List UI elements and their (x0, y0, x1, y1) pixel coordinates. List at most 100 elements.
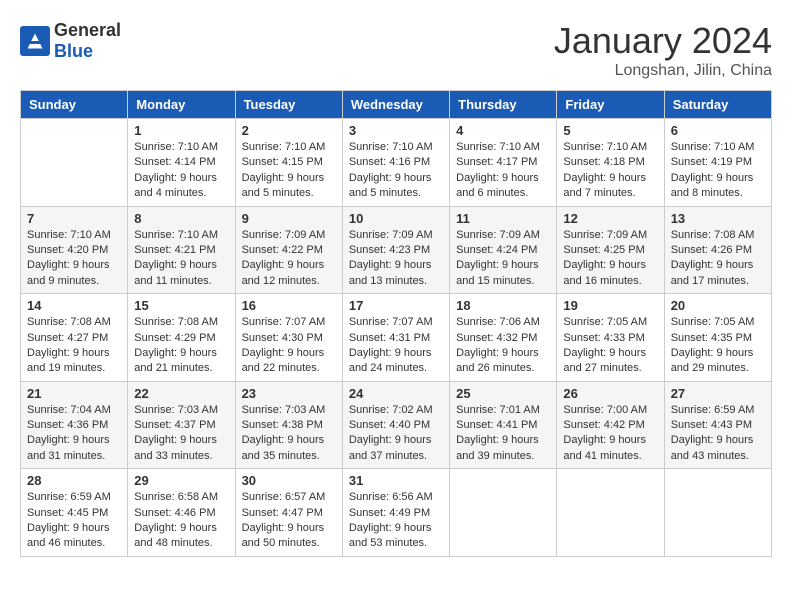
day-info: Sunrise: 7:09 AMSunset: 4:22 PMDaylight:… (242, 228, 336, 290)
calendar-cell: 8 Sunrise: 7:10 AMSunset: 4:21 PMDaylight… (128, 206, 235, 294)
calendar-cell: 7 Sunrise: 7:10 AMSunset: 4:20 PMDaylight… (21, 206, 128, 294)
day-number: 9 (242, 211, 336, 226)
day-number: 24 (349, 386, 443, 401)
calendar-week-1: 1 Sunrise: 7:10 AMSunset: 4:14 PMDaylight… (21, 119, 772, 207)
calendar-cell: 18Sunrise: 7:06 AMSunset: 4:32 PMDayligh… (450, 294, 557, 382)
day-number: 18 (456, 298, 550, 313)
day-info: Sunrise: 7:02 AMSunset: 4:40 PMDaylight:… (349, 403, 443, 465)
logo-blue: Blue (54, 41, 93, 61)
day-number: 11 (456, 211, 550, 226)
logo-text: General Blue (54, 20, 121, 62)
calendar-cell: 17 Sunrise: 7:07 AMSunset: 4:31 PMDayligh… (342, 294, 449, 382)
day-info: Sunrise: 7:03 AMSunset: 4:38 PMDaylight:… (242, 403, 336, 465)
calendar-cell: 25Sunrise: 7:01 AMSunset: 4:41 PMDayligh… (450, 381, 557, 469)
day-info: Sunrise: 6:58 AMSunset: 4:46 PMDaylight:… (134, 490, 228, 552)
calendar-week-4: 21Sunrise: 7:04 AMSunset: 4:36 PMDayligh… (21, 381, 772, 469)
location-title: Longshan, Jilin, China (554, 62, 772, 80)
day-number: 31 (349, 473, 443, 488)
calendar-cell: 31 Sunrise: 6:56 AMSunset: 4:49 PMDayligh… (342, 469, 449, 557)
day-number: 13 (671, 211, 765, 226)
day-info: Sunrise: 7:10 AMSunset: 4:17 PMDaylight:… (456, 140, 550, 202)
day-number: 26 (563, 386, 657, 401)
calendar-cell: 30Sunrise: 6:57 AMSunset: 4:47 PMDayligh… (235, 469, 342, 557)
calendar-header-saturday: Saturday (664, 91, 771, 119)
calendar-cell (450, 469, 557, 557)
day-info: Sunrise: 7:10 AMSunset: 4:18 PMDaylight:… (563, 140, 657, 202)
day-info: Sunrise: 7:10 AMSunset: 4:14 PMDaylight:… (134, 140, 228, 202)
day-number: 23 (242, 386, 336, 401)
day-number: 4 (456, 123, 550, 138)
day-info: Sunrise: 7:09 AMSunset: 4:23 PMDaylight:… (349, 228, 443, 290)
calendar-cell: 24 Sunrise: 7:02 AMSunset: 4:40 PMDayligh… (342, 381, 449, 469)
day-number: 28 (27, 473, 121, 488)
day-number: 14 (27, 298, 121, 313)
page-header: General Blue January 2024 Longshan, Jili… (20, 20, 772, 80)
day-info: Sunrise: 7:03 AMSunset: 4:37 PMDaylight:… (134, 403, 228, 465)
day-info: Sunrise: 7:10 AMSunset: 4:16 PMDaylight:… (349, 140, 443, 202)
calendar-cell: 23 Sunrise: 7:03 AMSunset: 4:38 PMDayligh… (235, 381, 342, 469)
calendar-header-monday: Monday (128, 91, 235, 119)
day-info: Sunrise: 7:00 AMSunset: 4:42 PMDaylight:… (563, 403, 657, 465)
calendar-cell: 10 Sunrise: 7:09 AMSunset: 4:23 PMDayligh… (342, 206, 449, 294)
calendar-cell: 21Sunrise: 7:04 AMSunset: 4:36 PMDayligh… (21, 381, 128, 469)
day-info: Sunrise: 7:10 AMSunset: 4:19 PMDaylight:… (671, 140, 765, 202)
calendar-cell (21, 119, 128, 207)
calendar-cell: 28Sunrise: 6:59 AMSunset: 4:45 PMDayligh… (21, 469, 128, 557)
day-number: 7 (27, 211, 121, 226)
calendar-cell: 11 Sunrise: 7:09 AMSunset: 4:24 PMDayligh… (450, 206, 557, 294)
calendar-cell: 20Sunrise: 7:05 AMSunset: 4:35 PMDayligh… (664, 294, 771, 382)
logo-icon (20, 26, 50, 56)
calendar-cell: 1 Sunrise: 7:10 AMSunset: 4:14 PMDaylight… (128, 119, 235, 207)
day-number: 12 (563, 211, 657, 226)
day-info: Sunrise: 7:08 AMSunset: 4:27 PMDaylight:… (27, 315, 121, 377)
day-info: Sunrise: 7:09 AMSunset: 4:24 PMDaylight:… (456, 228, 550, 290)
day-info: Sunrise: 7:07 AMSunset: 4:31 PMDaylight:… (349, 315, 443, 377)
day-info: Sunrise: 6:57 AMSunset: 4:47 PMDaylight:… (242, 490, 336, 552)
calendar-week-2: 7 Sunrise: 7:10 AMSunset: 4:20 PMDaylight… (21, 206, 772, 294)
calendar-cell: 12 Sunrise: 7:09 AMSunset: 4:25 PMDayligh… (557, 206, 664, 294)
day-number: 19 (563, 298, 657, 313)
calendar-cell: 22Sunrise: 7:03 AMSunset: 4:37 PMDayligh… (128, 381, 235, 469)
calendar-table: SundayMondayTuesdayWednesdayThursdayFrid… (20, 90, 772, 557)
calendar-header-wednesday: Wednesday (342, 91, 449, 119)
day-info: Sunrise: 6:56 AMSunset: 4:49 PMDaylight:… (349, 490, 443, 552)
calendar-header-thursday: Thursday (450, 91, 557, 119)
calendar-cell: 15Sunrise: 7:08 AMSunset: 4:29 PMDayligh… (128, 294, 235, 382)
calendar-header-sunday: Sunday (21, 91, 128, 119)
calendar-cell (557, 469, 664, 557)
calendar-header-friday: Friday (557, 91, 664, 119)
day-info: Sunrise: 7:10 AMSunset: 4:21 PMDaylight:… (134, 228, 228, 290)
day-number: 8 (134, 211, 228, 226)
day-info: Sunrise: 7:10 AMSunset: 4:20 PMDaylight:… (27, 228, 121, 290)
day-number: 6 (671, 123, 765, 138)
calendar-cell: 16Sunrise: 7:07 AMSunset: 4:30 PMDayligh… (235, 294, 342, 382)
day-number: 10 (349, 211, 443, 226)
day-info: Sunrise: 7:07 AMSunset: 4:30 PMDaylight:… (242, 315, 336, 377)
calendar-cell: 26 Sunrise: 7:00 AMSunset: 4:42 PMDayligh… (557, 381, 664, 469)
logo-general: General (54, 20, 121, 40)
day-info: Sunrise: 7:05 AMSunset: 4:35 PMDaylight:… (671, 315, 765, 377)
month-title: January 2024 (554, 20, 772, 62)
day-info: Sunrise: 7:10 AMSunset: 4:15 PMDaylight:… (242, 140, 336, 202)
calendar-cell: 3Sunrise: 7:10 AMSunset: 4:16 PMDaylight… (342, 119, 449, 207)
day-info: Sunrise: 6:59 AMSunset: 4:43 PMDaylight:… (671, 403, 765, 465)
calendar-cell: 13Sunrise: 7:08 AMSunset: 4:26 PMDayligh… (664, 206, 771, 294)
title-block: January 2024 Longshan, Jilin, China (554, 20, 772, 80)
day-info: Sunrise: 7:09 AMSunset: 4:25 PMDaylight:… (563, 228, 657, 290)
day-number: 21 (27, 386, 121, 401)
calendar-cell: 14 Sunrise: 7:08 AMSunset: 4:27 PMDayligh… (21, 294, 128, 382)
calendar-header-row: SundayMondayTuesdayWednesdayThursdayFrid… (21, 91, 772, 119)
day-number: 17 (349, 298, 443, 313)
day-info: Sunrise: 7:05 AMSunset: 4:33 PMDaylight:… (563, 315, 657, 377)
calendar-header-tuesday: Tuesday (235, 91, 342, 119)
calendar-cell: 6 Sunrise: 7:10 AMSunset: 4:19 PMDaylight… (664, 119, 771, 207)
calendar-cell: 19 Sunrise: 7:05 AMSunset: 4:33 PMDayligh… (557, 294, 664, 382)
day-number: 5 (563, 123, 657, 138)
calendar-cell: 29 Sunrise: 6:58 AMSunset: 4:46 PMDayligh… (128, 469, 235, 557)
day-number: 25 (456, 386, 550, 401)
day-number: 1 (134, 123, 228, 138)
day-number: 29 (134, 473, 228, 488)
day-info: Sunrise: 7:08 AMSunset: 4:29 PMDaylight:… (134, 315, 228, 377)
calendar-cell: 2Sunrise: 7:10 AMSunset: 4:15 PMDaylight… (235, 119, 342, 207)
calendar-week-3: 14 Sunrise: 7:08 AMSunset: 4:27 PMDayligh… (21, 294, 772, 382)
